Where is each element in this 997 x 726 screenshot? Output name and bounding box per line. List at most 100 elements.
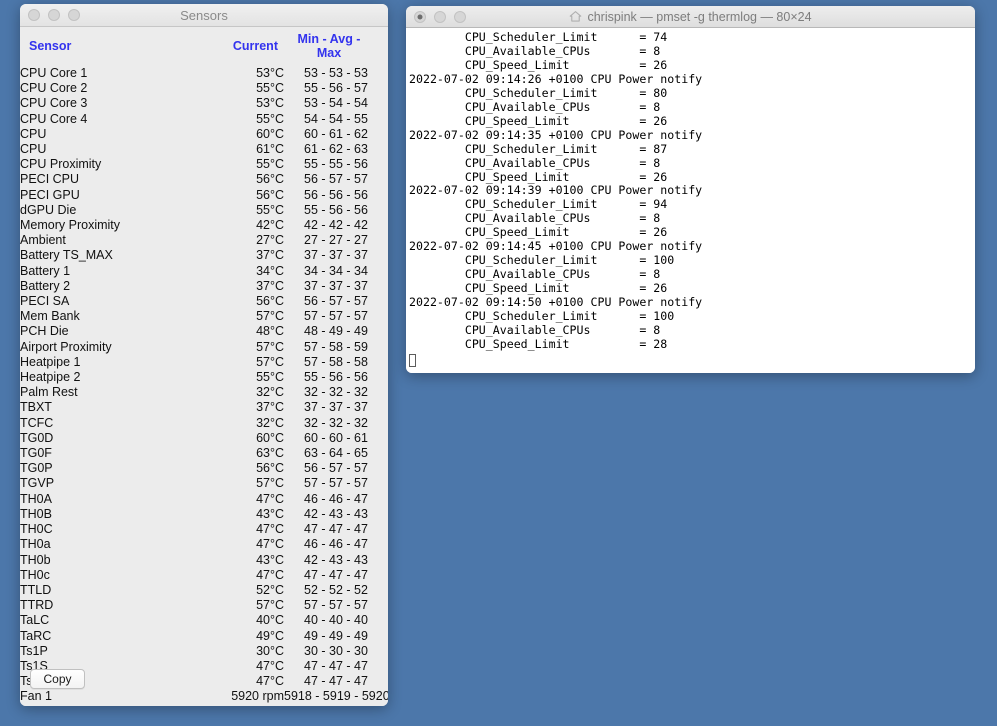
table-row[interactable]: TG0F 63°C 63 - 64 - 65 (20, 446, 388, 461)
table-row[interactable]: Palm Rest 32°C 32 - 32 - 32 (20, 385, 388, 400)
sensors-window[interactable]: Sensors Sensor Current Min - Avg - Max C… (20, 4, 388, 706)
table-row[interactable]: TCFC 32°C 32 - 32 - 32 (20, 416, 388, 431)
copy-button[interactable]: Copy (30, 669, 85, 689)
table-row[interactable]: CPU Proximity 55°C 55 - 55 - 56 (20, 157, 388, 172)
sensor-current-cell: 55°C (256, 157, 284, 172)
table-row[interactable]: CPU Core 4 55°C 54 - 54 - 55 (20, 112, 388, 127)
sensor-current-cell: 40°C (256, 613, 284, 628)
table-row[interactable]: Memory Proximity 42°C 42 - 42 - 42 (20, 218, 388, 233)
sensor-range-cell: 63 - 64 - 65 (304, 446, 368, 461)
sensor-range-cell: 42 - 43 - 43 (304, 552, 368, 567)
table-row[interactable]: TH0b 43°C 42 - 43 - 43 (20, 553, 388, 568)
table-row[interactable]: Battery 2 37°C 37 - 37 - 37 (20, 279, 388, 294)
table-row[interactable]: TaRC 49°C 49 - 49 - 49 (20, 629, 388, 644)
sensor-range-cell: 57 - 57 - 57 (304, 476, 368, 491)
sensor-name-cell: CPU Core 4 (20, 111, 88, 126)
sensor-current-cell: 47°C (256, 537, 284, 552)
terminal-window[interactable]: chrispink — pmset -g thermlog — 80×24 CP… (406, 6, 975, 373)
table-row[interactable]: TaLC 40°C 40 - 40 - 40 (20, 613, 388, 628)
table-row[interactable]: TG0D 60°C 60 - 60 - 61 (20, 431, 388, 446)
zoom-button[interactable] (68, 9, 80, 21)
sensors-titlebar[interactable]: Sensors (20, 4, 388, 27)
table-row[interactable]: CPU 61°C 61 - 62 - 63 (20, 142, 388, 157)
table-row[interactable]: CPU Core 3 53°C 53 - 54 - 54 (20, 96, 388, 111)
sensor-current-cell: 53°C (256, 66, 284, 80)
table-row[interactable]: TTLD 52°C 52 - 52 - 52 (20, 583, 388, 598)
sensor-current-cell: 57°C (256, 354, 284, 369)
sensor-current-cell: 27°C (256, 233, 284, 248)
table-row[interactable]: CPU Core 1 53°C 53 - 53 - 53 (20, 66, 388, 81)
sensor-name-cell: Ambient (20, 233, 66, 248)
table-row[interactable]: TTRD 57°C 57 - 57 - 57 (20, 598, 388, 613)
sensor-range-cell: 42 - 43 - 43 (304, 506, 368, 521)
sensors-traffic-lights[interactable] (28, 9, 80, 21)
sensor-current-cell: 30°C (256, 643, 284, 658)
table-row[interactable]: PCH Die 48°C 48 - 49 - 49 (20, 324, 388, 339)
sensor-name-cell: CPU Proximity (20, 157, 102, 172)
terminal-titlebar[interactable]: chrispink — pmset -g thermlog — 80×24 (406, 6, 975, 28)
sensor-name-cell: TH0B (20, 506, 52, 521)
table-row[interactable]: PECI CPU 56°C 56 - 57 - 57 (20, 172, 388, 187)
sensor-current-cell: 53°C (256, 96, 284, 111)
sensor-current-cell: 56°C (256, 172, 284, 187)
sensor-current-cell: 48°C (256, 324, 284, 339)
sensor-range-cell: 57 - 57 - 57 (304, 309, 368, 324)
column-header-sensor[interactable]: Sensor (20, 27, 200, 66)
sensor-current-cell: 57°C (256, 309, 284, 324)
sensor-name-cell: PECI GPU (20, 187, 80, 202)
table-row[interactable]: Mem Bank 57°C 57 - 57 - 57 (20, 309, 388, 324)
sensor-current-cell: 47°C (256, 491, 284, 506)
close-button[interactable] (414, 10, 426, 23)
sensor-range-cell: 54 - 54 - 55 (304, 111, 368, 126)
sensor-range-cell: 46 - 46 - 47 (304, 537, 368, 552)
table-row[interactable]: TG0P 56°C 56 - 57 - 57 (20, 461, 388, 476)
sensor-range-cell: 52 - 52 - 52 (304, 582, 368, 597)
minimize-button[interactable] (434, 10, 446, 23)
close-button[interactable] (28, 9, 40, 21)
sensor-range-cell: 55 - 55 - 56 (304, 157, 368, 172)
table-row[interactable]: TBXT 37°C 37 - 37 - 37 (20, 400, 388, 415)
table-row[interactable]: CPU 60°C 60 - 61 - 62 (20, 127, 388, 142)
table-row[interactable]: Battery 1 34°C 34 - 34 - 34 (20, 264, 388, 279)
table-row[interactable]: TH0A 47°C 46 - 46 - 47 (20, 492, 388, 507)
table-row[interactable]: TH0B 43°C 42 - 43 - 43 (20, 507, 388, 522)
sensor-current-cell: 60°C (256, 430, 284, 445)
sensor-name-cell: TG0P (20, 461, 53, 476)
table-row[interactable]: Ts1P 30°C 30 - 30 - 30 (20, 644, 388, 659)
terminal-window-title: chrispink — pmset -g thermlog — 80×24 (587, 9, 812, 24)
sensor-current-cell: 42°C (256, 218, 284, 233)
table-row[interactable]: PECI SA 56°C 56 - 57 - 57 (20, 294, 388, 309)
sensor-name-cell: dGPU Die (20, 202, 77, 217)
sensor-current-cell: 56°C (256, 187, 284, 202)
sensor-name-cell: TTRD (20, 598, 54, 613)
sensor-range-cell: 40 - 40 - 40 (304, 613, 368, 628)
sensor-range-cell: 47 - 47 - 47 (304, 567, 368, 582)
sensor-name-cell: TH0c (20, 567, 50, 582)
table-row[interactable]: PECI GPU 56°C 56 - 56 - 56 (20, 188, 388, 203)
column-header-current[interactable]: Current (200, 27, 284, 66)
table-row[interactable]: TGVP 57°C 57 - 57 - 57 (20, 476, 388, 491)
table-row[interactable]: Ambient 27°C 27 - 27 - 27 (20, 233, 388, 248)
table-row[interactable]: TH0c 47°C 47 - 47 - 47 (20, 568, 388, 583)
table-row[interactable]: Airport Proximity 57°C 57 - 58 - 59 (20, 340, 388, 355)
sensor-name-cell: Heatpipe 1 (20, 354, 81, 369)
column-header-range[interactable]: Min - Avg - Max (284, 27, 388, 66)
sensor-name-cell: Battery 2 (20, 278, 71, 293)
table-row[interactable]: CPU Core 2 55°C 55 - 56 - 57 (20, 81, 388, 96)
table-row[interactable]: Battery TS_MAX 37°C 37 - 37 - 37 (20, 248, 388, 263)
table-row[interactable]: TH0C 47°C 47 - 47 - 47 (20, 522, 388, 537)
sensor-current-cell: 32°C (256, 385, 284, 400)
table-row[interactable]: Heatpipe 1 57°C 57 - 58 - 58 (20, 355, 388, 370)
table-row[interactable]: dGPU Die 55°C 55 - 56 - 56 (20, 203, 388, 218)
terminal-traffic-lights[interactable] (414, 10, 466, 23)
sensor-current-cell: 55°C (256, 370, 284, 385)
sensor-current-cell: 55°C (256, 81, 284, 96)
table-row[interactable]: Heatpipe 2 55°C 55 - 56 - 56 (20, 370, 388, 385)
minimize-button[interactable] (48, 9, 60, 21)
sensor-name-cell: TCFC (20, 415, 54, 430)
terminal-body[interactable]: CPU_Scheduler_Limit = 74 CPU_Available_C… (406, 28, 975, 373)
sensor-name-cell: TaLC (20, 613, 50, 628)
sensors-window-title: Sensors (180, 7, 228, 23)
zoom-button[interactable] (454, 10, 466, 23)
table-row[interactable]: TH0a 47°C 46 - 46 - 47 (20, 537, 388, 552)
